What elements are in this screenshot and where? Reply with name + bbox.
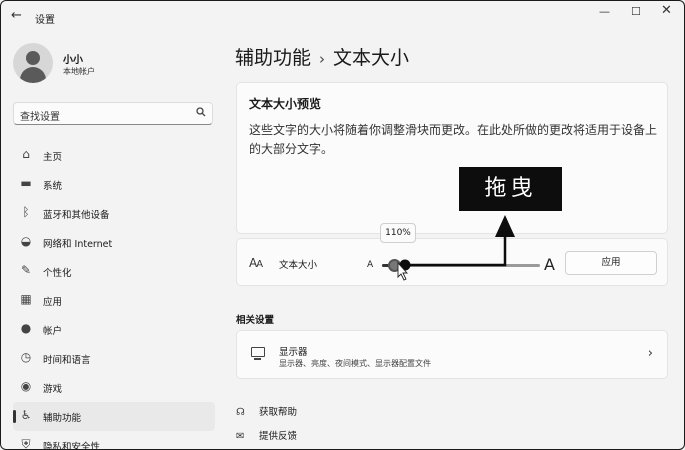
help-icon: ☊ <box>236 407 245 418</box>
drag-annotation-arrow <box>397 215 515 281</box>
settings-window: ← 设置 — ☐ ✕ 小小 本地帐户 查找设置 ⌂ 主页 ▬ 系统 ᛒ 蓝牙和其他设备 ◒ 网… <box>0 0 685 450</box>
display-subtitle: 显示器、亮度、夜间模式、显示器配置文件 <box>279 359 431 368</box>
related-settings-heading: 相关设置 <box>236 315 275 326</box>
display-settings-link[interactable]: 显示器 显示器、亮度、夜间模式、显示器配置文件 › <box>236 330 668 379</box>
monitor-icon <box>251 347 265 360</box>
give-feedback-label: 提供反馈 <box>259 431 298 442</box>
drag-annotation-label: 拖曳 <box>459 167 562 211</box>
chevron-right-icon: › <box>647 346 653 361</box>
get-help-link[interactable]: ☊ 获取帮助 <box>236 404 297 418</box>
display-title: 显示器 <box>279 347 308 358</box>
give-feedback-link[interactable]: ✉ 提供反馈 <box>236 428 297 442</box>
get-help-label: 获取帮助 <box>259 407 298 418</box>
feedback-icon: ✉ <box>236 431 245 442</box>
